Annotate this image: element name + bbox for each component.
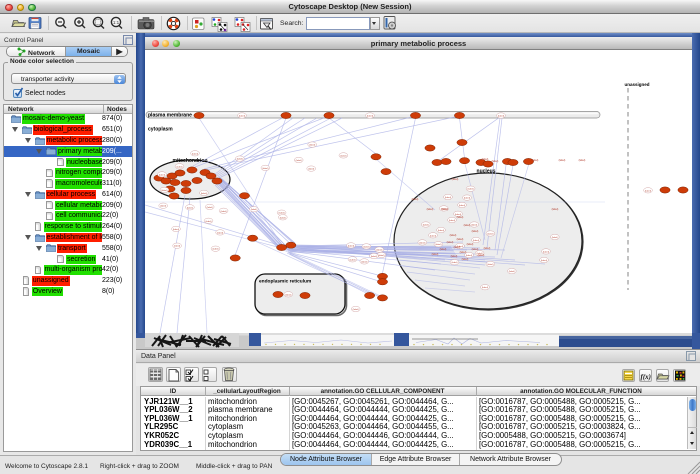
svg-text:(label): (label) [285, 294, 291, 296]
svg-text:(label): (label) [419, 242, 425, 244]
svg-text:(label): (label) [279, 213, 285, 215]
svg-text:(label): (label) [378, 255, 384, 257]
svg-text:(label): (label) [376, 250, 382, 252]
svg-text:(label): (label) [187, 207, 193, 209]
svg-text:(label): (label) [237, 159, 243, 161]
svg-text:(label): (label) [532, 159, 539, 162]
svg-text:(label): (label) [498, 116, 504, 118]
svg-text:(label): (label) [457, 216, 464, 219]
svg-text:(label): (label) [159, 174, 165, 176]
svg-text:(label): (label) [442, 208, 449, 211]
svg-text:(label): (label) [371, 256, 377, 258]
svg-text:1:1: 1:1 [113, 20, 120, 25]
svg-text:(label): (label) [473, 240, 479, 242]
svg-text:(label): (label) [509, 271, 515, 273]
svg-text:(label): (label) [645, 190, 651, 192]
svg-text:(label): (label) [487, 264, 493, 266]
svg-text:(label): (label) [367, 116, 373, 118]
svg-text:(label): (label) [482, 287, 488, 289]
svg-text:(label): (label) [464, 224, 471, 227]
svg-text:(label): (label) [160, 206, 166, 208]
svg-text:(label): (label) [348, 245, 354, 247]
svg-text:(label): (label) [543, 251, 549, 253]
svg-text:(label): (label) [462, 258, 469, 261]
svg-text:(label): (label) [251, 209, 257, 211]
svg-text:(label): (label) [457, 238, 464, 241]
svg-text:(label): (label) [423, 225, 429, 227]
svg-text:(label): (label) [466, 255, 472, 257]
svg-text:(label): (label) [478, 254, 485, 257]
svg-text:(label): (label) [460, 251, 467, 254]
svg-text:(label): (label) [552, 208, 559, 211]
svg-text:(label): (label) [472, 248, 479, 251]
svg-text:(label): (label) [176, 166, 182, 168]
svg-text:(label): (label) [280, 217, 286, 219]
svg-text:(label): (label) [459, 205, 465, 207]
svg-text:(label): (label) [471, 225, 477, 227]
svg-text:plasma membrane: plasma membrane [148, 113, 192, 119]
svg-text:(label): (label) [467, 243, 474, 246]
svg-text:(label): (label) [432, 253, 439, 256]
svg-text:(label): (label) [161, 190, 167, 192]
svg-text:(label): (label) [309, 145, 315, 147]
svg-text:(label): (label) [440, 248, 447, 251]
svg-text:(label): (label) [450, 234, 457, 237]
svg-text:(label): (label) [468, 189, 474, 191]
svg-text:(label): (label) [296, 160, 302, 162]
svg-text:(label): (label) [492, 160, 499, 163]
svg-text:(label): (label) [464, 198, 470, 200]
svg-text:(label): (label) [212, 249, 218, 251]
svg-text:(label): (label) [174, 246, 180, 248]
svg-text:(label): (label) [454, 246, 461, 249]
svg-text:(label): (label) [482, 158, 489, 161]
svg-text:(label): (label) [552, 237, 558, 239]
svg-text:(label): (label) [451, 255, 458, 258]
svg-text:(label): (label) [217, 232, 223, 234]
svg-text:(label): (label) [349, 259, 355, 261]
svg-text:(label): (label) [173, 229, 179, 231]
svg-text:(label): (label) [438, 230, 444, 232]
svg-text:(label): (label) [435, 244, 441, 246]
svg-text:endoplasmic reticulum: endoplasmic reticulum [259, 279, 311, 285]
svg-text:(label): (label) [559, 159, 566, 162]
svg-text:f(x): f(x) [641, 373, 652, 381]
svg-text:unassigned: unassigned [624, 82, 649, 87]
svg-text:(label): (label) [205, 221, 211, 223]
svg-text:(label): (label) [201, 193, 207, 195]
svg-text:(label): (label) [363, 246, 369, 248]
svg-text:(label): (label) [487, 234, 493, 236]
svg-text:(label): (label) [207, 207, 213, 209]
svg-text:(label): (label) [541, 260, 547, 262]
svg-text:(label): (label) [221, 211, 227, 213]
svg-text:(label): (label) [484, 247, 491, 250]
svg-text:(label): (label) [447, 241, 454, 244]
svg-text:(label): (label) [445, 197, 451, 199]
svg-text:(label): (label) [449, 220, 455, 222]
svg-text:(label): (label) [239, 116, 245, 118]
svg-text:(label): (label) [430, 235, 436, 237]
svg-text:(label): (label) [340, 155, 346, 157]
svg-text:(label): (label) [361, 261, 367, 263]
svg-text:(label): (label) [192, 153, 198, 155]
svg-text:(label): (label) [262, 168, 268, 170]
svg-text:(label): (label) [353, 309, 359, 311]
svg-text:(label): (label) [472, 230, 479, 233]
svg-text:(label): (label) [579, 159, 586, 162]
svg-text:(label): (label) [427, 208, 434, 211]
svg-text:(label): (label) [308, 169, 314, 171]
svg-text:cytoplasm: cytoplasm [148, 127, 173, 133]
svg-text:(label): (label) [452, 178, 459, 181]
svg-text:(label): (label) [451, 262, 457, 264]
svg-text:(label): (label) [412, 198, 419, 201]
